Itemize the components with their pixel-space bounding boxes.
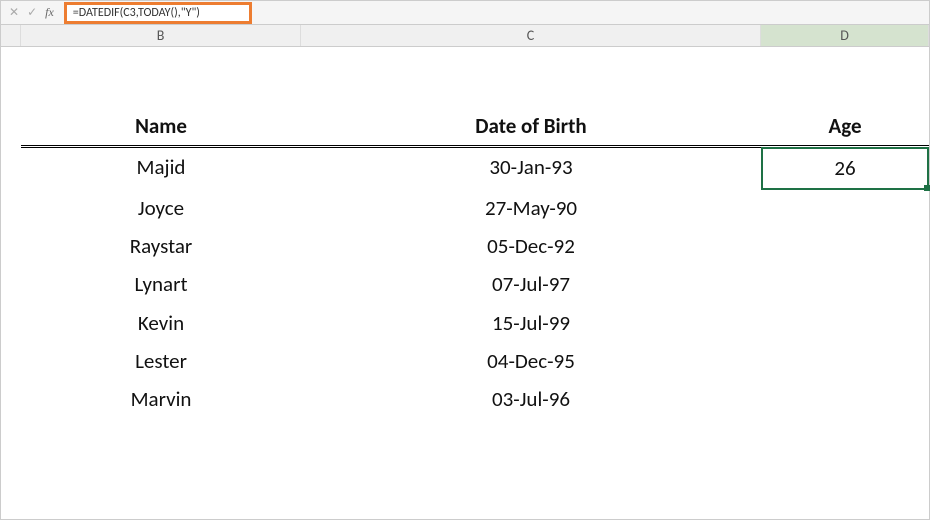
cell-dob[interactable]: 27-May-90 bbox=[301, 189, 761, 227]
cell-dob[interactable]: 04-Dec-95 bbox=[301, 342, 761, 380]
cell-dob[interactable]: 07-Jul-97 bbox=[301, 265, 761, 303]
column-header-d[interactable]: D bbox=[761, 25, 929, 46]
cell[interactable] bbox=[21, 47, 301, 107]
table-row: Raystar05-Dec-92 bbox=[1, 227, 929, 265]
cell[interactable] bbox=[1, 380, 21, 418]
cell[interactable] bbox=[1, 107, 21, 145]
cell-dob[interactable]: 15-Jul-99 bbox=[301, 304, 761, 342]
cell-age[interactable]: 26 bbox=[761, 147, 929, 189]
table-header-row: Name Date of Birth Age bbox=[1, 107, 929, 145]
cell[interactable] bbox=[301, 47, 761, 107]
cell[interactable] bbox=[1, 227, 21, 265]
formula-highlight-box: =DATEDIF(C3,TODAY(),"Y") bbox=[64, 2, 252, 24]
formula-bar: ✕ ✓ fx =DATEDIF(C3,TODAY(),"Y") bbox=[1, 1, 929, 25]
table-row: Lynart07-Jul-97 bbox=[1, 265, 929, 303]
cell-dob[interactable]: 05-Dec-92 bbox=[301, 227, 761, 265]
cell-name[interactable]: Lester bbox=[21, 342, 301, 380]
table-row bbox=[1, 47, 929, 107]
cell[interactable] bbox=[1, 342, 21, 380]
cell[interactable] bbox=[1, 148, 21, 188]
table-row: Joyce27-May-90 bbox=[1, 189, 929, 227]
cell[interactable] bbox=[1, 304, 21, 342]
table-row: Majid30-Jan-9326 bbox=[1, 148, 929, 188]
cell-name[interactable]: Majid bbox=[21, 148, 301, 188]
column-headers: B C D bbox=[1, 25, 929, 47]
cell-name[interactable]: Joyce bbox=[21, 189, 301, 227]
table-row: Lester04-Dec-95 bbox=[1, 342, 929, 380]
cell-age[interactable] bbox=[761, 265, 929, 303]
cell-age[interactable] bbox=[761, 227, 929, 265]
cancel-icon[interactable]: ✕ bbox=[9, 5, 19, 20]
cell-dob[interactable]: 03-Jul-96 bbox=[301, 380, 761, 418]
check-icon[interactable]: ✓ bbox=[27, 5, 37, 20]
cell-name[interactable]: Lynart bbox=[21, 265, 301, 303]
cell-age[interactable] bbox=[761, 380, 929, 418]
cell-age[interactable] bbox=[761, 304, 929, 342]
cell-name[interactable]: Raystar bbox=[21, 227, 301, 265]
fx-icon[interactable]: fx bbox=[45, 5, 54, 20]
cell[interactable] bbox=[761, 47, 929, 107]
cell[interactable] bbox=[1, 265, 21, 303]
spreadsheet-grid: Name Date of Birth Age Majid30-Jan-9326J… bbox=[1, 47, 929, 419]
column-header-c[interactable]: C bbox=[301, 25, 761, 46]
column-header-a[interactable] bbox=[1, 25, 21, 46]
header-age[interactable]: Age bbox=[761, 107, 929, 145]
formula-input[interactable]: =DATEDIF(C3,TODAY(),"Y") bbox=[73, 6, 243, 20]
table-row: Kevin15-Jul-99 bbox=[1, 304, 929, 342]
cell-age[interactable] bbox=[761, 189, 929, 227]
header-dob[interactable]: Date of Birth bbox=[301, 107, 761, 145]
header-name[interactable]: Name bbox=[21, 107, 301, 145]
cell[interactable] bbox=[1, 189, 21, 227]
column-header-b[interactable]: B bbox=[21, 25, 301, 46]
table-row: Marvin03-Jul-96 bbox=[1, 380, 929, 418]
cell-name[interactable]: Kevin bbox=[21, 304, 301, 342]
cell-name[interactable]: Marvin bbox=[21, 380, 301, 418]
cell-age[interactable] bbox=[761, 342, 929, 380]
formula-bar-controls: ✕ ✓ fx bbox=[1, 5, 62, 20]
cell-dob[interactable]: 30-Jan-93 bbox=[301, 148, 761, 188]
cell[interactable] bbox=[1, 47, 21, 107]
